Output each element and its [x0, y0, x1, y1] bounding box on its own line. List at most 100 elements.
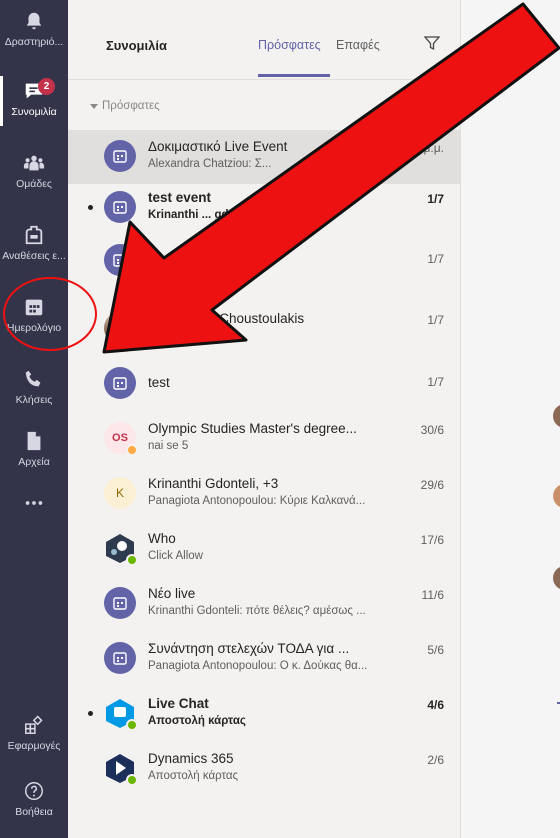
- conversation-area: Δ: [460, 0, 560, 838]
- avatar: [104, 697, 138, 731]
- rail-item-apps[interactable]: Εφαρμογές: [0, 704, 68, 766]
- chat-timestamp: 1/7: [427, 192, 444, 206]
- chat-list-item[interactable]: 1/7: [68, 234, 460, 288]
- chat-preview: Krinanthi Gdonteli: πότε θέλεις? αμέσως …: [148, 605, 366, 617]
- chat-name: Dynamics 365: [148, 751, 234, 766]
- calendar-icon: [113, 377, 127, 390]
- rail-item-calendar[interactable]: Ημερολόγιο: [0, 286, 68, 348]
- avatar: [104, 140, 136, 172]
- avatar: [553, 566, 560, 590]
- chat-name: test event: [148, 190, 212, 205]
- avatar-initials: OS: [112, 432, 128, 444]
- chat-preview: Αποστολή κάρτας: [148, 715, 246, 727]
- avatar-initials: K: [115, 486, 124, 500]
- chat-list-item[interactable]: Who Click Allow 17/6: [68, 522, 460, 576]
- chat-timestamp: 11/6: [421, 588, 444, 602]
- conversation-title: Δ: [541, 38, 552, 54]
- page-title: Συνομιλία: [106, 38, 167, 53]
- app-rail: Δραστηριό... 2 Συνομιλία Ομάδες Αναθέσει…: [0, 0, 68, 838]
- rail-item-more[interactable]: [0, 482, 68, 544]
- calendar-icon: [113, 597, 127, 610]
- chat-timestamp: 5/6: [427, 643, 444, 657]
- presence-status-icon: [126, 334, 138, 346]
- calendar-icon: [25, 299, 43, 316]
- chat-list-item[interactable]: Live Chat Αποστολή κάρτας 4/6: [68, 687, 460, 741]
- chat-name: Krinanthi Gdonteli, +3: [148, 476, 279, 491]
- backpack-icon: [25, 225, 43, 245]
- chat-list-item[interactable]: Δοκιμαστικό Live Event Alexandra Chatziou…: [68, 130, 460, 184]
- tab-recent[interactable]: Πρόσφατες: [258, 38, 321, 52]
- presence-status-icon: [126, 554, 138, 566]
- chat-list-item[interactable]: test 1/7: [68, 357, 460, 411]
- bell-icon: [26, 12, 42, 30]
- chat-preview: Krinanthi ... gdonteli@gmail.c...: [148, 209, 320, 221]
- rail-item-files[interactable]: Αρχεία: [0, 420, 68, 482]
- calendar-icon: [113, 652, 127, 665]
- avatar: [104, 642, 136, 674]
- chat-list-item[interactable]: Συνάντηση στελεχών ΤΟΔΑ για ... Panagiota…: [68, 632, 460, 686]
- presence-status-icon: [126, 719, 138, 731]
- chat-name: Συνάντηση στελεχών ΤΟΔΑ για ...: [148, 641, 350, 656]
- chat-name: Olympic Studies Master's degree...: [148, 421, 357, 436]
- chat-preview: Panagiota Antonopoulou: Ο κ. Δούκας θα..…: [148, 660, 368, 672]
- rail-item-calls[interactable]: Κλήσεις: [0, 358, 68, 420]
- unread-dot: [88, 711, 93, 716]
- chat-list-item[interactable]: K Krinanthi Gdonteli, +3 Panagiota Antonop…: [68, 467, 460, 521]
- chat-pane-header: Συνομιλία Πρόσφατες Επαφές: [68, 0, 460, 80]
- unread-dot: [88, 205, 93, 210]
- rail-item-label: Αναθέσεις ε...: [2, 250, 66, 262]
- chat-list-item[interactable]: Emmanouil Choustoulakis Εσείς: come in 1/7: [68, 302, 460, 356]
- avatar: OS: [104, 422, 138, 456]
- chat-timestamp: 1/7: [427, 375, 444, 389]
- chat-name: Emmanouil Choustoulakis: [148, 311, 305, 326]
- chat-list-pane: Συνομιλία Πρόσφατες Επαφές Πρόσφατες Δοκ…: [68, 0, 460, 838]
- chat-preview: Panagiota Antonopoulou: Κύριε Καλκανά...: [148, 495, 366, 507]
- rail-item-label: Ομάδες: [16, 178, 52, 190]
- chat-name: Δοκιμαστικό Live Event: [148, 139, 288, 154]
- apps-icon: [25, 715, 43, 734]
- avatar: [104, 367, 136, 399]
- rail-item-label: Κλήσεις: [15, 394, 53, 406]
- rail-item-label: Συνομιλία: [11, 106, 57, 118]
- chat-preview: Click Allow: [148, 550, 203, 562]
- chat-timestamp: 29/6: [420, 478, 444, 492]
- avatar: [104, 191, 136, 223]
- chat-timestamp: 4/6: [427, 698, 444, 712]
- chat-timestamp: 30/6: [420, 423, 444, 437]
- chat-name: test: [148, 375, 170, 390]
- chat-timestamp: 4 μ.μ.: [413, 141, 444, 155]
- chat-timestamp: 17/6: [420, 533, 444, 547]
- avatar: [553, 404, 560, 428]
- section-collapse-caret[interactable]: [90, 104, 98, 109]
- rail-item-label: Ημερολόγιο: [6, 322, 62, 334]
- chat-preview: nai se 5: [148, 440, 189, 452]
- presence-status-icon: [126, 444, 138, 456]
- rail-item-teams[interactable]: Ομάδες: [0, 142, 68, 204]
- rail-item-help[interactable]: Βοήθεια: [0, 770, 68, 832]
- rail-item-chat[interactable]: 2 Συνομιλία: [0, 70, 68, 132]
- calendar-icon: [113, 254, 127, 267]
- rail-item-label: Αρχεία: [18, 456, 50, 468]
- rail-item-activity[interactable]: Δραστηριό...: [0, 0, 68, 62]
- chat-timestamp: 2/6: [427, 753, 444, 767]
- active-tab-underline: [258, 74, 330, 77]
- unread-badge: 2: [38, 78, 55, 95]
- presence-status-icon: [126, 774, 138, 786]
- rail-item-assignments[interactable]: Αναθέσεις ε...: [0, 214, 68, 276]
- chat-list-item[interactable]: test event Krinanthi ... gdonteli@gmail.c…: [68, 181, 460, 235]
- tab-contacts[interactable]: Επαφές: [336, 38, 380, 52]
- chat-preview: Alexandra Chatziou: Σ...: [148, 158, 272, 170]
- rail-item-label: Δραστηριό...: [4, 36, 64, 48]
- chat-list-item[interactable]: Νέο live Krinanthi Gdonteli: πότε θέλεις?…: [68, 577, 460, 631]
- chat-list-item[interactable]: Dynamics 365 Αποστολή κάρτας 2/6: [68, 742, 460, 796]
- chat-name: Live Chat: [148, 696, 209, 711]
- avatar: [104, 532, 138, 566]
- section-label-recent: Πρόσφατες: [102, 100, 160, 112]
- chat-name: Who: [148, 531, 176, 546]
- rail-item-label: Βοήθεια: [15, 806, 53, 818]
- rail-item-label: Εφαρμογές: [7, 740, 61, 752]
- filter-icon[interactable]: [423, 34, 441, 52]
- chat-list-item[interactable]: OS Olympic Studies Master's degree... nai …: [68, 412, 460, 466]
- avatar: K: [104, 477, 136, 509]
- phone-icon: [25, 370, 41, 387]
